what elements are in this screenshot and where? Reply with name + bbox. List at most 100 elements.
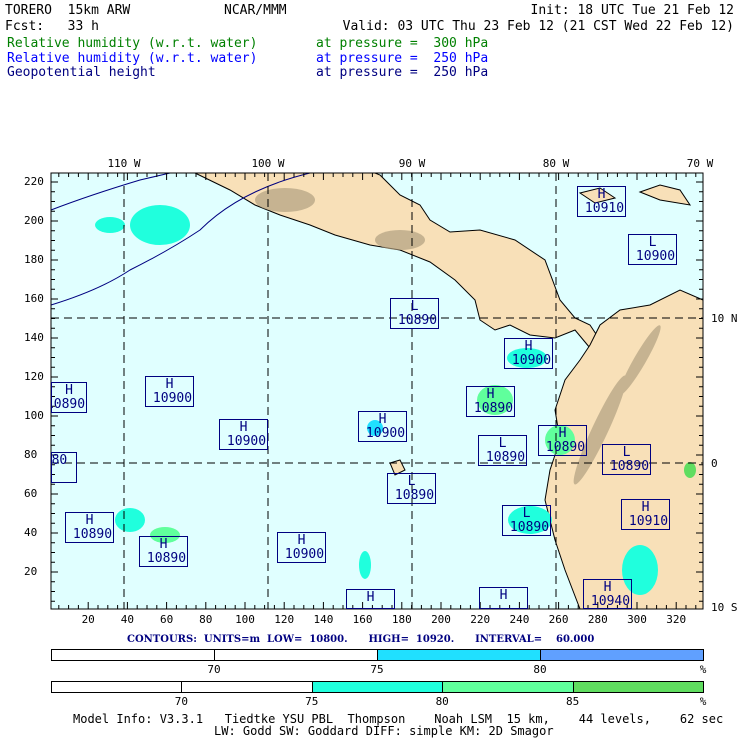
x-tick-label: 40 bbox=[120, 613, 135, 626]
colorbar-label: 85 bbox=[565, 695, 580, 708]
pressure-center-label: H10890 bbox=[466, 386, 515, 417]
x-tick-label: 200 bbox=[431, 613, 451, 626]
x-tick-label: 80 bbox=[199, 613, 213, 626]
colorbar-label: 70 bbox=[174, 695, 189, 708]
pressure-center-label: 880 bbox=[51, 452, 77, 483]
center-value: 10890 bbox=[485, 450, 526, 465]
x-tick-label: 180 bbox=[391, 613, 412, 626]
colorbar-segment bbox=[214, 649, 378, 661]
pressure-center-label: H 10900 bbox=[504, 338, 553, 369]
colorbar-label: 80 bbox=[533, 663, 547, 676]
colorbar-label: 75 bbox=[370, 663, 384, 676]
pressure-center-label: L 10890 bbox=[478, 435, 527, 466]
pressure-center-label: H 10900 bbox=[145, 376, 194, 407]
colorbar-segment bbox=[311, 681, 444, 693]
colorbar-segment bbox=[377, 649, 541, 661]
center-value: 10890 bbox=[52, 397, 86, 412]
center-type: H bbox=[524, 339, 533, 354]
center-type: L bbox=[622, 445, 631, 460]
center-type: H bbox=[366, 590, 375, 605]
y-tick-label: 100 bbox=[24, 409, 44, 422]
pressure-center-label: L 10890 bbox=[390, 298, 439, 329]
x-tick-label: 140 bbox=[313, 613, 334, 626]
center-value: 10890 bbox=[473, 401, 514, 416]
pressure-center-label: H10890 bbox=[139, 536, 188, 567]
x-tick-label: 100 bbox=[235, 613, 255, 626]
center-type: H bbox=[165, 377, 174, 392]
x-tick-label: 120 bbox=[274, 613, 295, 626]
lon-label: 70 W bbox=[686, 157, 714, 170]
pressure-center-label: H10890 bbox=[65, 512, 114, 543]
x-tick-label: 320 bbox=[666, 613, 687, 626]
colorbar-segment bbox=[181, 681, 313, 693]
x-tick-label: 280 bbox=[587, 613, 608, 626]
center-type: H bbox=[65, 383, 73, 398]
lat-label: 0 bbox=[711, 457, 718, 470]
pressure-center-label: L 10890 bbox=[387, 473, 436, 504]
colorbar-segment bbox=[51, 649, 215, 661]
colorbar-segment bbox=[442, 681, 574, 693]
center-value: 10890 bbox=[509, 520, 550, 535]
center-value: 10910 bbox=[584, 201, 625, 216]
pressure-center-label: H 10900 bbox=[219, 419, 268, 450]
center-value: 10900 bbox=[511, 353, 552, 368]
center-value: 10900 bbox=[284, 547, 325, 562]
y-tick-label: 180 bbox=[24, 253, 44, 266]
pressure-center-label: H 10910 bbox=[577, 186, 626, 217]
center-value: 10900 bbox=[152, 391, 193, 406]
y-tick-label: 80 bbox=[24, 448, 38, 461]
center-type: H bbox=[239, 420, 248, 435]
colorbar-label: 75 bbox=[305, 695, 319, 708]
center-type: L bbox=[410, 299, 419, 314]
center-value bbox=[368, 604, 374, 608]
lon-label: 80 W bbox=[542, 157, 570, 170]
colorbar-segment bbox=[51, 681, 183, 693]
x-tick-label: 160 bbox=[352, 613, 373, 626]
pressure-center-label: L 10900 bbox=[628, 234, 677, 265]
y-tick-label: 120 bbox=[24, 370, 44, 383]
y-tick-label: 40 bbox=[24, 526, 38, 539]
center-type: H bbox=[378, 412, 387, 427]
center-type: H bbox=[297, 533, 306, 548]
colorbar-label: % bbox=[699, 695, 707, 708]
pressure-center-label: L 10890 bbox=[602, 444, 651, 475]
y-tick-label: 220 bbox=[24, 175, 44, 188]
center-value: 10940 bbox=[590, 594, 631, 609]
y-tick-label: 20 bbox=[24, 565, 38, 578]
pressure-center-label: L 10890 bbox=[502, 505, 551, 536]
center-type: L bbox=[522, 506, 531, 521]
center-value: 10890 bbox=[394, 488, 435, 503]
center-type: H bbox=[486, 387, 495, 402]
center-value: 10910 bbox=[628, 514, 669, 529]
pressure-center-label: H 10940 bbox=[583, 579, 632, 609]
center-type: L bbox=[498, 436, 507, 451]
colorbar-label: % bbox=[699, 663, 707, 676]
center-type: H bbox=[597, 187, 606, 202]
y-tick-label: 200 bbox=[24, 214, 44, 227]
physics-info: LW: Godd SW: Goddard DIFF: simple KM: 2D… bbox=[214, 724, 554, 738]
y-tick-label: 140 bbox=[24, 331, 44, 344]
center-value bbox=[501, 602, 507, 608]
pressure-center-label: H bbox=[479, 587, 528, 609]
lon-label: 90 W bbox=[398, 157, 426, 170]
center-value: 10900 bbox=[635, 249, 676, 264]
center-value: 10890 bbox=[609, 459, 650, 474]
lat-label: 10 S bbox=[711, 601, 738, 614]
pressure-center-label: H bbox=[346, 589, 395, 609]
contour-info: CONTOURS: UNITS=m LOW= 10800. HIGH= 1092… bbox=[127, 634, 595, 645]
colorbar-label: 80 bbox=[435, 695, 449, 708]
pressure-center-label: H 10910 bbox=[621, 499, 670, 530]
center-value: 10890 bbox=[397, 313, 438, 328]
lon-label: 110 W bbox=[107, 157, 141, 170]
pressure-center-label: H 10900 bbox=[358, 411, 407, 442]
center-type: H bbox=[499, 588, 508, 603]
x-tick-label: 220 bbox=[470, 613, 491, 626]
pressure-center-label: H10890 bbox=[51, 382, 87, 413]
y-tick-label: 160 bbox=[24, 292, 44, 305]
center-value: 880 bbox=[51, 453, 68, 468]
x-tick-label: 240 bbox=[509, 613, 530, 626]
center-type: L bbox=[407, 474, 416, 489]
center-value: 10900 bbox=[365, 426, 406, 441]
center-value: 10900 bbox=[226, 434, 267, 449]
x-tick-label: 300 bbox=[627, 613, 647, 626]
